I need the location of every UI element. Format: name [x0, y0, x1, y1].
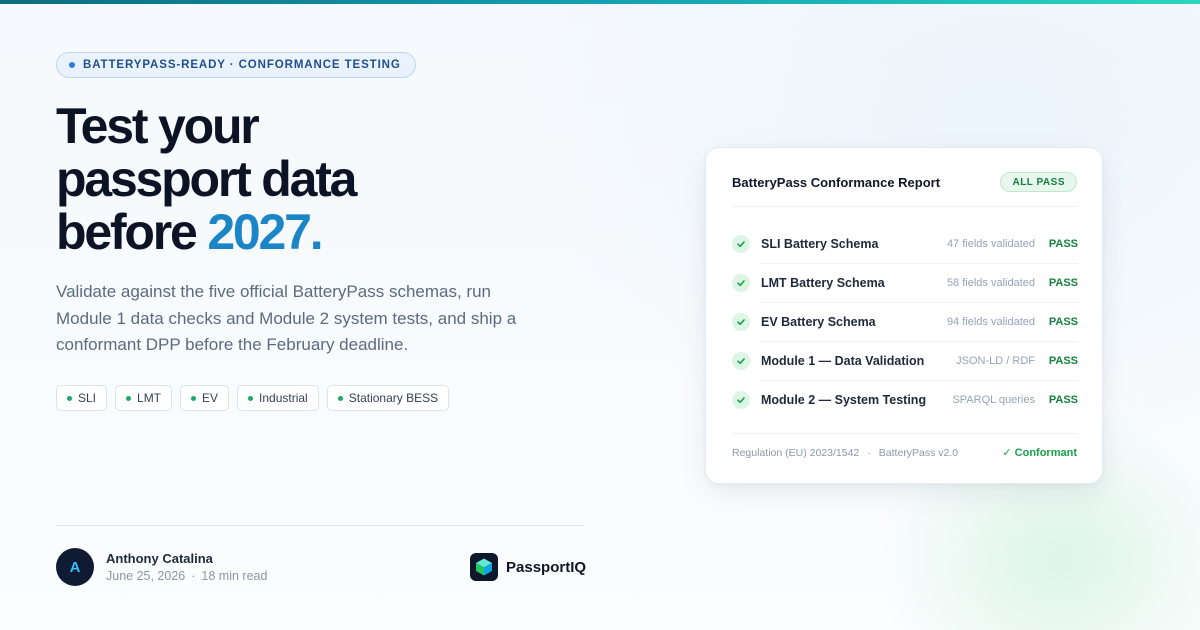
- regulation-text: Regulation (EU) 2023/1542: [732, 447, 860, 459]
- tag-label: EV: [202, 391, 219, 405]
- check-icon: [732, 390, 750, 409]
- conformant-status: ✓ Conformant: [1002, 447, 1077, 459]
- check-icon: [732, 234, 750, 253]
- tag-ev[interactable]: EV: [180, 385, 230, 411]
- passportiq-logo-icon: [470, 553, 498, 581]
- tag-industrial[interactable]: Industrial: [237, 385, 319, 411]
- tag-dot-icon: [337, 395, 343, 401]
- report-row[interactable]: Module 2 — System Testing SPARQL queries…: [732, 380, 1078, 419]
- row-meta: SPARQL queries: [952, 393, 1035, 406]
- report-row[interactable]: SLI Battery Schema 47 fields validated P…: [732, 224, 1078, 263]
- read-time: 18 min read: [201, 569, 268, 583]
- row-meta: JSON-LD / RDF: [956, 354, 1035, 367]
- author-name[interactable]: Anthony Catalina: [106, 551, 213, 566]
- tag-label: LMT: [137, 391, 162, 405]
- row-status: PASS: [1048, 276, 1078, 289]
- eyebrow-pill: BATTERYPASS-READY · CONFORMANCE TESTING: [56, 52, 416, 78]
- footer-divider: [56, 525, 584, 526]
- report-footer-meta: Regulation (EU) 2023/1542 · BatteryPass …: [732, 447, 958, 459]
- author-meta: June 25, 2026 · 18 min read: [106, 569, 267, 583]
- row-name: SLI Battery Schema: [761, 236, 879, 251]
- headline: Test your passport data before 2027.: [56, 100, 616, 259]
- row-name: Module 2 — System Testing: [761, 392, 927, 407]
- headline-line-2: passport data: [56, 151, 357, 207]
- brand[interactable]: PassportIQ: [470, 553, 586, 581]
- footer-separator-dot: ·: [867, 447, 871, 459]
- check-icon: [732, 351, 750, 370]
- check-icon: [732, 312, 750, 331]
- all-pass-badge: ALL PASS: [1000, 172, 1077, 192]
- tag-list: SLI LMT EV Industrial Stationary BESS: [56, 385, 450, 411]
- row-status: PASS: [1048, 354, 1078, 367]
- row-meta: 58 fields validated: [946, 276, 1035, 289]
- row-name: LMT Battery Schema: [761, 275, 885, 290]
- report-title: BatteryPass Conformance Report: [732, 175, 941, 190]
- tag-sli[interactable]: SLI: [56, 385, 108, 411]
- avatar-initial: A: [69, 558, 81, 576]
- check-icon: [732, 273, 750, 292]
- tag-dot-icon: [248, 395, 254, 401]
- tag-dot-icon: [67, 395, 72, 401]
- header-separator: [732, 206, 1078, 207]
- report-row[interactable]: EV Battery Schema 94 fields validated PA…: [732, 302, 1078, 341]
- author-avatar: A: [56, 548, 94, 586]
- eyebrow-text: BATTERYPASS-READY · CONFORMANCE TESTING: [83, 59, 401, 71]
- tag-label: SLI: [78, 391, 97, 405]
- row-status: PASS: [1048, 393, 1078, 406]
- row-status: PASS: [1048, 315, 1078, 328]
- tag-dot-icon: [191, 395, 197, 401]
- conformance-report-card: BatteryPass Conformance Report ALL PASS …: [705, 147, 1103, 484]
- headline-highlight: 2027.: [207, 204, 323, 260]
- footer-separator: [732, 433, 1078, 434]
- row-status: PASS: [1048, 237, 1078, 250]
- tag-stationary-bess[interactable]: Stationary BESS: [326, 385, 450, 411]
- headline-line-1: Test your: [56, 98, 260, 154]
- row-meta: 47 fields validated: [946, 237, 1035, 250]
- lede-paragraph: Validate against the five official Batte…: [56, 282, 517, 354]
- headline-line-3: before: [56, 204, 208, 260]
- version-text: BatteryPass v2.0: [878, 447, 959, 459]
- report-row[interactable]: Module 1 — Data Validation JSON-LD / RDF…: [732, 341, 1078, 380]
- top-accent-bar: [0, 0, 1200, 4]
- eyebrow-dot-icon: [69, 62, 75, 68]
- tag-label: Stationary BESS: [348, 391, 439, 405]
- report-row[interactable]: LMT Battery Schema 58 fields validated P…: [732, 263, 1078, 302]
- row-name: Module 1 — Data Validation: [761, 353, 925, 368]
- row-name: EV Battery Schema: [761, 314, 876, 329]
- tag-dot-icon: [126, 395, 132, 401]
- brand-name: PassportIQ: [506, 558, 587, 576]
- meta-separator: ·: [191, 569, 196, 583]
- tag-label: Industrial: [259, 391, 308, 405]
- row-meta: 94 fields validated: [946, 315, 1035, 328]
- publish-date: June 25, 2026: [106, 569, 186, 583]
- tag-lmt[interactable]: LMT: [115, 385, 173, 411]
